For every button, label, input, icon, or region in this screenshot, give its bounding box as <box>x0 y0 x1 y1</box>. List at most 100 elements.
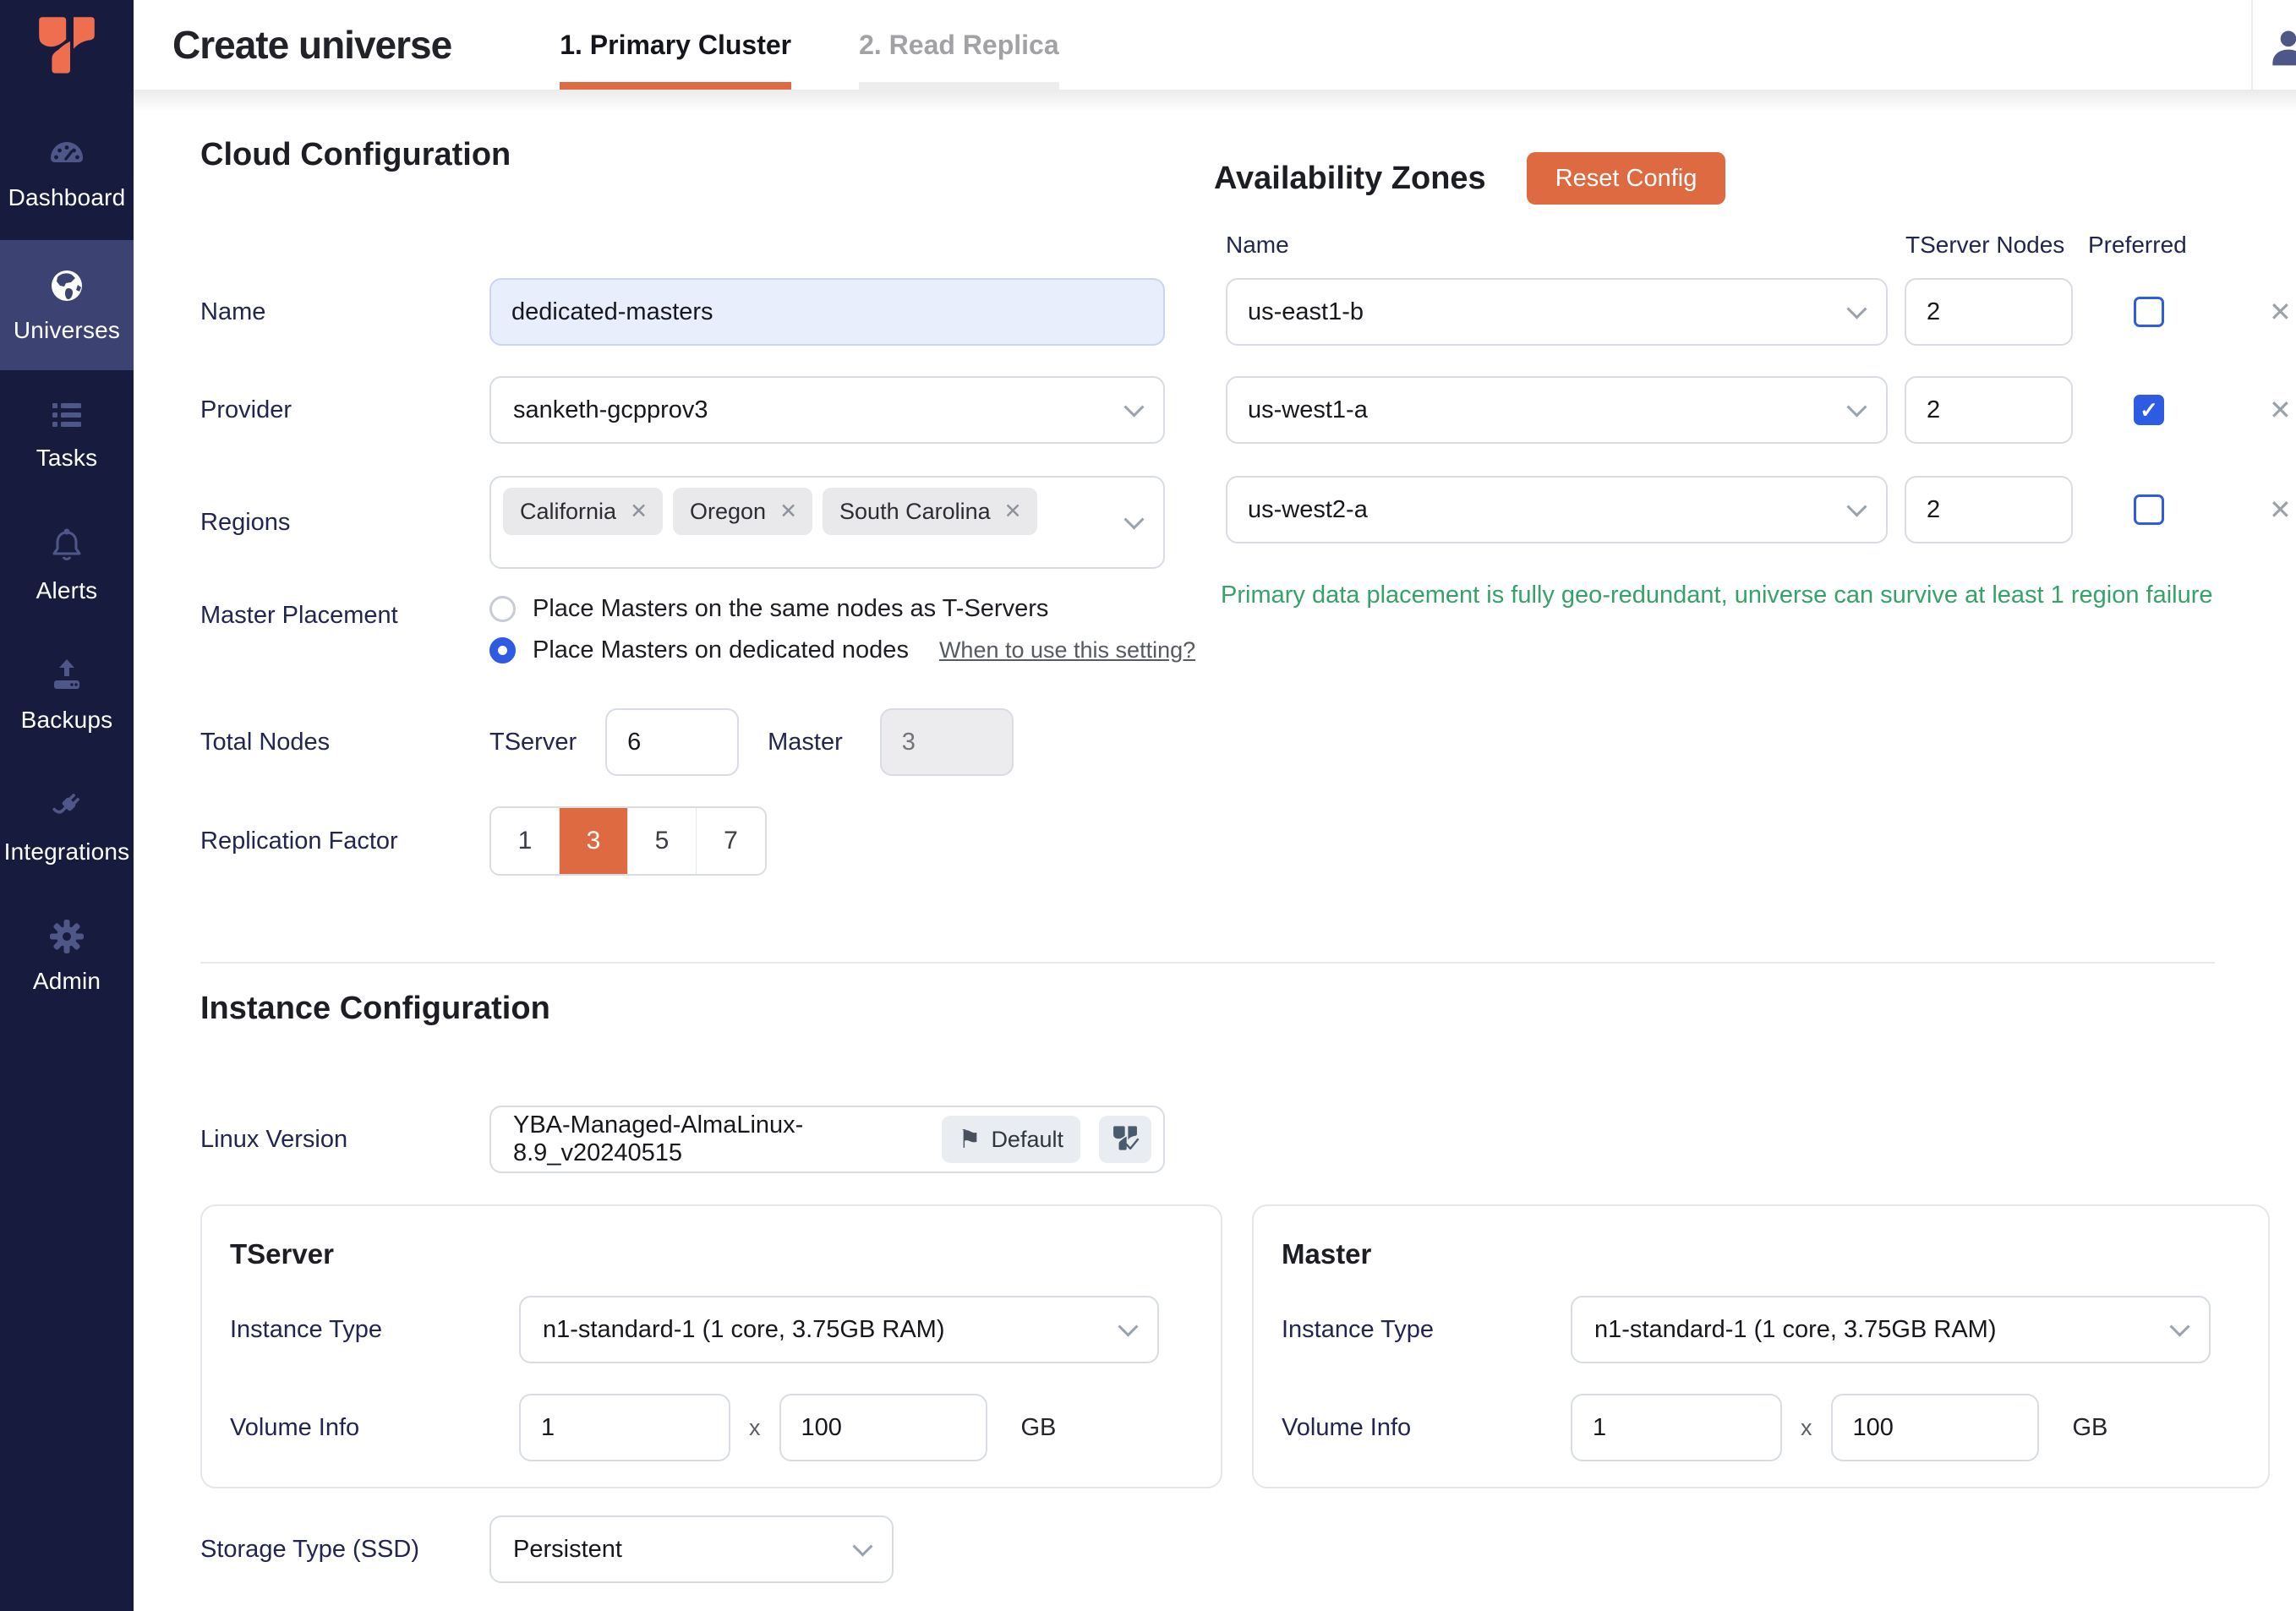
master-panel: Master Instance Type n1-standard-1 (1 co… <box>1252 1204 2270 1488</box>
sidebar-item-admin[interactable]: Admin <box>0 891 134 1021</box>
volume-info-label: Volume Info <box>1282 1414 1571 1442</box>
linux-version-row: Linux Version YBA-Managed-AlmaLinux-8.9_… <box>200 1106 1165 1173</box>
replication-option-7[interactable]: 7 <box>697 808 765 874</box>
instance-configuration-heading: Instance Configuration <box>200 991 550 1027</box>
storage-type-row: Storage Type (SSD) Persistent <box>200 1515 894 1583</box>
tserver-volume-row: Volume Info x GB <box>230 1394 1056 1461</box>
volume-multiplier: x <box>1801 1415 1812 1441</box>
replication-option-5[interactable]: 5 <box>628 808 697 874</box>
provider-select[interactable]: sanketh-gcpprov3 <box>489 376 1165 444</box>
master-instance-type-row: Instance Type n1-standard-1 (1 core, 3.7… <box>1282 1296 2211 1363</box>
tserver-instance-type-select[interactable]: n1-standard-1 (1 core, 3.75GB RAM) <box>519 1296 1159 1363</box>
header-user-area <box>2251 0 2296 90</box>
az-name-select[interactable]: us-east1-b <box>1226 278 1888 346</box>
replication-option-3[interactable]: 3 <box>560 808 628 874</box>
tserver-volume-count-input[interactable] <box>519 1394 730 1461</box>
storage-type-select[interactable]: Persistent <box>489 1515 894 1583</box>
master-volume-size-input[interactable] <box>1831 1394 2039 1461</box>
tserver-instance-type-row: Instance Type n1-standard-1 (1 core, 3.7… <box>230 1296 1159 1363</box>
master-count-label: Master <box>768 729 843 756</box>
radio-unselected-icon[interactable] <box>489 596 516 622</box>
master-volume-row: Volume Info x GB <box>1282 1394 2107 1461</box>
sidebar-item-backups[interactable]: Backups <box>0 631 134 761</box>
universe-name-input[interactable] <box>489 278 1165 346</box>
region-chip[interactable]: California ✕ <box>503 488 663 535</box>
user-avatar-icon[interactable] <box>2265 22 2296 74</box>
placement-status-message: Primary data placement is fully geo-redu… <box>1221 582 2213 609</box>
yugabyte-logo-icon <box>32 14 101 75</box>
preferred-checkbox-checked[interactable]: ✓ <box>2134 395 2164 425</box>
chevron-down-icon <box>1118 1317 1138 1337</box>
az-row: us-east1-b ✕ <box>1226 278 2073 346</box>
when-to-use-link[interactable]: When to use this setting? <box>939 637 1195 664</box>
tab-primary-cluster[interactable]: 1. Primary Cluster <box>560 0 791 90</box>
tserver-count-label: TServer <box>489 729 577 756</box>
sidebar-item-alerts[interactable]: Alerts <box>0 500 134 631</box>
yugabyte-logo[interactable] <box>0 0 134 90</box>
default-badge: ⚑ Default <box>942 1116 1080 1163</box>
remove-az-icon[interactable]: ✕ <box>2269 394 2292 426</box>
volume-unit: GB <box>2073 1414 2108 1442</box>
section-divider <box>200 962 2215 964</box>
wizard-tabs: 1. Primary Cluster 2. Read Replica <box>560 0 1058 90</box>
yb-managed-badge <box>1099 1116 1151 1163</box>
sidebar-item-label: Tasks <box>36 445 98 472</box>
sidebar-item-universes[interactable]: Universes <box>0 240 134 370</box>
remove-region-icon[interactable]: ✕ <box>630 499 648 524</box>
preferred-checkbox-unchecked[interactable] <box>2134 494 2164 525</box>
radio-option-dedicated-nodes[interactable]: Place Masters on dedicated nodes When to… <box>489 636 1195 664</box>
az-name-select[interactable]: us-west1-a <box>1226 376 1888 444</box>
az-col-name: Name <box>1226 232 1289 259</box>
provider-row: Provider sanketh-gcpprov3 <box>200 376 1165 444</box>
sidebar-item-integrations[interactable]: Integrations <box>0 761 134 891</box>
az-name-select[interactable]: us-west2-a <box>1226 476 1888 543</box>
az-nodes-input[interactable] <box>1905 376 2073 444</box>
sidebar-item-label: Universes <box>14 317 120 344</box>
tserver-volume-size-input[interactable] <box>779 1394 987 1461</box>
remove-az-icon[interactable]: ✕ <box>2269 296 2292 328</box>
flag-icon: ⚑ <box>959 1125 981 1155</box>
region-chip[interactable]: South Carolina ✕ <box>823 488 1037 535</box>
remove-region-icon[interactable]: ✕ <box>779 499 797 524</box>
az-nodes-input[interactable] <box>1905 278 2073 346</box>
provider-label: Provider <box>200 396 489 424</box>
chevron-down-icon <box>1846 299 1867 319</box>
chevron-down-icon <box>2169 1317 2189 1337</box>
chevron-down-icon <box>1123 397 1144 418</box>
replication-factor-group: 1 3 5 7 <box>489 806 767 876</box>
master-count-input <box>880 708 1014 776</box>
sidebar-item-tasks[interactable]: Tasks <box>0 370 134 500</box>
total-nodes-label: Total Nodes <box>200 729 489 756</box>
az-nodes-input[interactable] <box>1905 476 2073 543</box>
replication-option-1[interactable]: 1 <box>491 808 560 874</box>
remove-az-icon[interactable]: ✕ <box>2269 494 2292 526</box>
region-chip[interactable]: Oregon ✕ <box>673 488 812 535</box>
radio-selected-icon[interactable] <box>489 637 516 664</box>
remove-region-icon[interactable]: ✕ <box>1004 499 1022 524</box>
reset-config-button[interactable]: Reset Config <box>1527 152 1726 205</box>
chevron-down-icon <box>1123 510 1144 530</box>
gauge-icon <box>46 139 87 172</box>
storage-type-label: Storage Type (SSD) <box>200 1536 489 1564</box>
master-volume-count-input[interactable] <box>1571 1394 1782 1461</box>
active-tab-indicator <box>560 82 791 90</box>
master-instance-type-select[interactable]: n1-standard-1 (1 core, 3.75GB RAM) <box>1571 1296 2211 1363</box>
regions-multiselect[interactable]: California ✕ Oregon ✕ South Carolina ✕ <box>489 476 1165 569</box>
master-placement-row: Master Placement Place Masters on the sa… <box>200 595 1195 664</box>
preferred-checkbox-unchecked[interactable] <box>2134 297 2164 327</box>
sidebar-item-label: Admin <box>33 968 101 995</box>
sidebar-item-dashboard[interactable]: Dashboard <box>0 110 134 240</box>
header: Create universe 1. Primary Cluster 2. Re… <box>134 0 2296 90</box>
az-col-preferred: Preferred <box>2088 232 2187 259</box>
chevron-down-icon <box>1846 497 1867 517</box>
sidebar-item-label: Dashboard <box>8 184 126 211</box>
tserver-count-input[interactable] <box>605 708 739 776</box>
linux-version-select[interactable]: YBA-Managed-AlmaLinux-8.9_v20240515 ⚑ De… <box>489 1106 1165 1173</box>
radio-option-same-nodes[interactable]: Place Masters on the same nodes as T-Ser… <box>489 595 1195 623</box>
tab-read-replica[interactable]: 2. Read Replica <box>859 0 1059 90</box>
yugabyte-check-icon <box>1111 1125 1140 1154</box>
chevron-down-icon <box>1846 397 1867 418</box>
list-icon <box>47 399 86 433</box>
az-row: us-west1-a ✓ ✕ <box>1226 376 2073 444</box>
universe-name-row: Name <box>200 278 1165 346</box>
